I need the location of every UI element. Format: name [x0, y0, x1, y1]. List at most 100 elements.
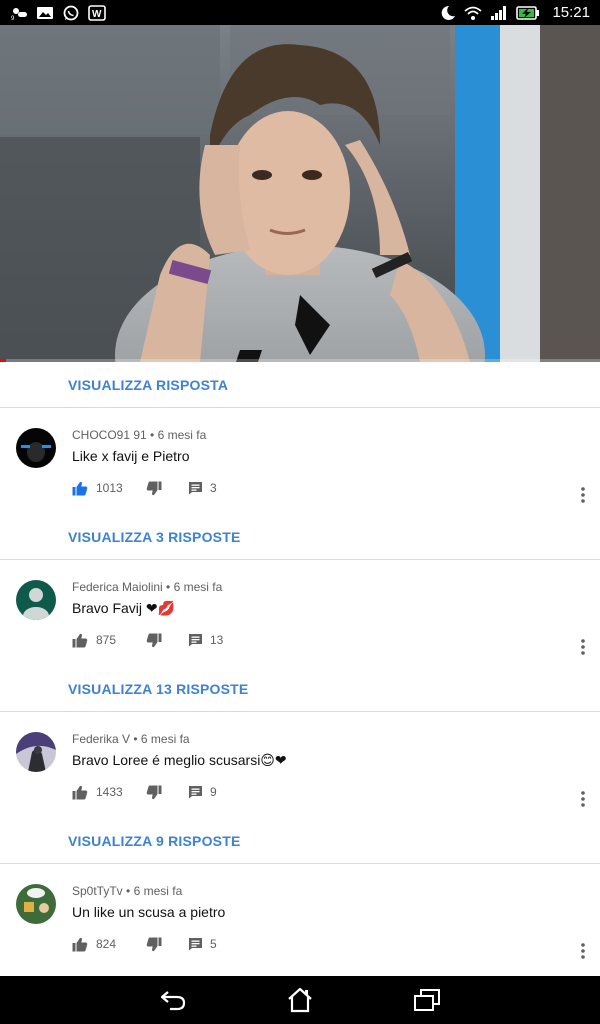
- comment-actions: 875 13: [72, 630, 223, 650]
- reply-button[interactable]: [188, 633, 203, 647]
- navigation-bar: [0, 976, 600, 1024]
- reply-icon: [189, 482, 202, 495]
- back-icon: [161, 991, 186, 1011]
- reply-count: 3: [210, 481, 217, 495]
- comment-item: Federica Maiolini • 6 mesi fa Bravo Favi…: [0, 560, 600, 666]
- more-options-icon[interactable]: [580, 486, 586, 504]
- meta-separator: •: [126, 884, 134, 898]
- meta-separator: •: [150, 428, 158, 442]
- reply-icon: [189, 786, 202, 799]
- like-count: 1013: [96, 481, 123, 495]
- more-options-icon[interactable]: [580, 942, 586, 960]
- comment-item: Federika V • 6 mesi fa Bravo Loree é meg…: [0, 712, 600, 818]
- video-player[interactable]: [0, 25, 600, 362]
- recents-button[interactable]: [410, 985, 444, 1015]
- svg-text:W: W: [92, 9, 102, 20]
- avatar[interactable]: [16, 884, 56, 924]
- moon-icon: [442, 5, 456, 20]
- avatar[interactable]: [16, 428, 56, 468]
- more-options-icon[interactable]: [580, 790, 586, 808]
- meta-separator: •: [133, 732, 141, 746]
- comment-time: 6 mesi fa: [173, 580, 223, 594]
- comment-time: 6 mesi fa: [157, 428, 207, 442]
- comment-author[interactable]: Federika V: [72, 732, 130, 746]
- thumbs-down-icon: [146, 481, 162, 495]
- back-button[interactable]: [156, 985, 190, 1015]
- comment-author[interactable]: Sp0tTyTv: [72, 884, 123, 898]
- svg-text:9: 9: [11, 16, 15, 21]
- default-avatar-icon: [16, 580, 56, 620]
- thumbs-up-icon: [72, 633, 88, 647]
- dislike-button[interactable]: [146, 481, 162, 496]
- avatar-image: [16, 884, 56, 924]
- dislike-button[interactable]: [146, 785, 162, 800]
- whatsapp-icon: [63, 5, 79, 20]
- avatar-image: [16, 732, 56, 772]
- reply-icon: [189, 938, 202, 951]
- avatar-image: [16, 428, 56, 468]
- comment-item: Sp0tTyTv • 6 mesi fa Un like un scusa a …: [0, 864, 600, 970]
- comment-text: Like x favij e Pietro: [72, 448, 190, 464]
- reply-count: 5: [210, 937, 217, 951]
- comment-author[interactable]: CHOCO91 91: [72, 428, 147, 442]
- image-icon: [37, 6, 53, 19]
- comment-text: Un like un scusa a pietro: [72, 904, 226, 920]
- reply-button[interactable]: [188, 785, 203, 799]
- status-bar-right: 15:21: [438, 4, 590, 21]
- comment-item: CHOCO91 91 • 6 mesi fa Like x favij e Pi…: [0, 408, 600, 514]
- reply-button[interactable]: [188, 481, 203, 495]
- status-time: 15:21: [552, 4, 590, 21]
- reply-count: 9: [210, 785, 217, 799]
- battery-charging-icon: [516, 5, 540, 20]
- comment-time: 6 mesi fa: [133, 884, 183, 898]
- view-replies-link[interactable]: VISUALIZZA 13 RISPOSTE: [0, 666, 600, 711]
- weather-icon: 9: [11, 7, 27, 21]
- like-button[interactable]: [72, 937, 88, 952]
- signal-icon: [491, 5, 507, 20]
- comments-list[interactable]: VISUALIZZA RISPOSTA CHOCO91 91 • 6 mesi …: [0, 362, 600, 976]
- comment-actions: 1013 3: [72, 478, 217, 498]
- thumbs-up-icon: [72, 785, 88, 799]
- thumbs-down-icon: [146, 785, 162, 799]
- comment-actions: 1433 9: [72, 782, 217, 802]
- comment-meta: Federika V • 6 mesi fa: [72, 732, 190, 746]
- comment-time: 6 mesi fa: [140, 732, 190, 746]
- status-bar-left: 9 W: [10, 4, 106, 21]
- view-replies-link[interactable]: VISUALIZZA 3 RISPOSTE: [0, 514, 600, 559]
- comment-meta: CHOCO91 91 • 6 mesi fa: [72, 428, 206, 442]
- video-frame: [0, 25, 600, 362]
- thumbs-down-icon: [146, 633, 162, 647]
- view-replies-link[interactable]: VISUALIZZA RISPOSTA: [0, 362, 600, 407]
- like-count: 824: [96, 937, 117, 951]
- like-button[interactable]: [72, 785, 88, 800]
- dislike-button[interactable]: [146, 633, 162, 648]
- wifi-icon: [464, 6, 483, 20]
- recents-icon: [413, 989, 440, 1011]
- comment-meta: Federica Maiolini • 6 mesi fa: [72, 580, 222, 594]
- view-replies-link[interactable]: VISUALIZZA 9 RISPOSTE: [0, 818, 600, 863]
- status-bar: 9 W 15:21: [0, 0, 600, 25]
- meta-separator: •: [166, 580, 174, 594]
- thumbs-up-icon: [72, 937, 88, 951]
- comment-author[interactable]: Federica Maiolini: [72, 580, 163, 594]
- thumbs-up-icon: [72, 481, 88, 495]
- reply-icon: [189, 634, 202, 647]
- like-button[interactable]: [72, 481, 88, 496]
- comment-meta: Sp0tTyTv • 6 mesi fa: [72, 884, 182, 898]
- like-count: 1433: [96, 785, 123, 799]
- avatar[interactable]: [16, 732, 56, 772]
- comment-text: Bravo Favij ❤💋: [72, 600, 176, 616]
- comment-actions: 824 5: [72, 934, 217, 954]
- avatar[interactable]: [16, 580, 56, 620]
- like-count: 875: [96, 633, 117, 647]
- comment-text: Bravo Loree é meglio scusarsi😊❤: [72, 752, 287, 768]
- thumbs-down-icon: [146, 937, 162, 951]
- more-options-icon[interactable]: [580, 638, 586, 656]
- reply-count: 13: [210, 633, 224, 647]
- reply-button[interactable]: [188, 937, 203, 951]
- app-icon: W: [88, 4, 106, 21]
- like-button[interactable]: [72, 633, 88, 648]
- dislike-button[interactable]: [146, 937, 162, 952]
- home-icon: [288, 987, 312, 1013]
- home-button[interactable]: [283, 985, 317, 1015]
